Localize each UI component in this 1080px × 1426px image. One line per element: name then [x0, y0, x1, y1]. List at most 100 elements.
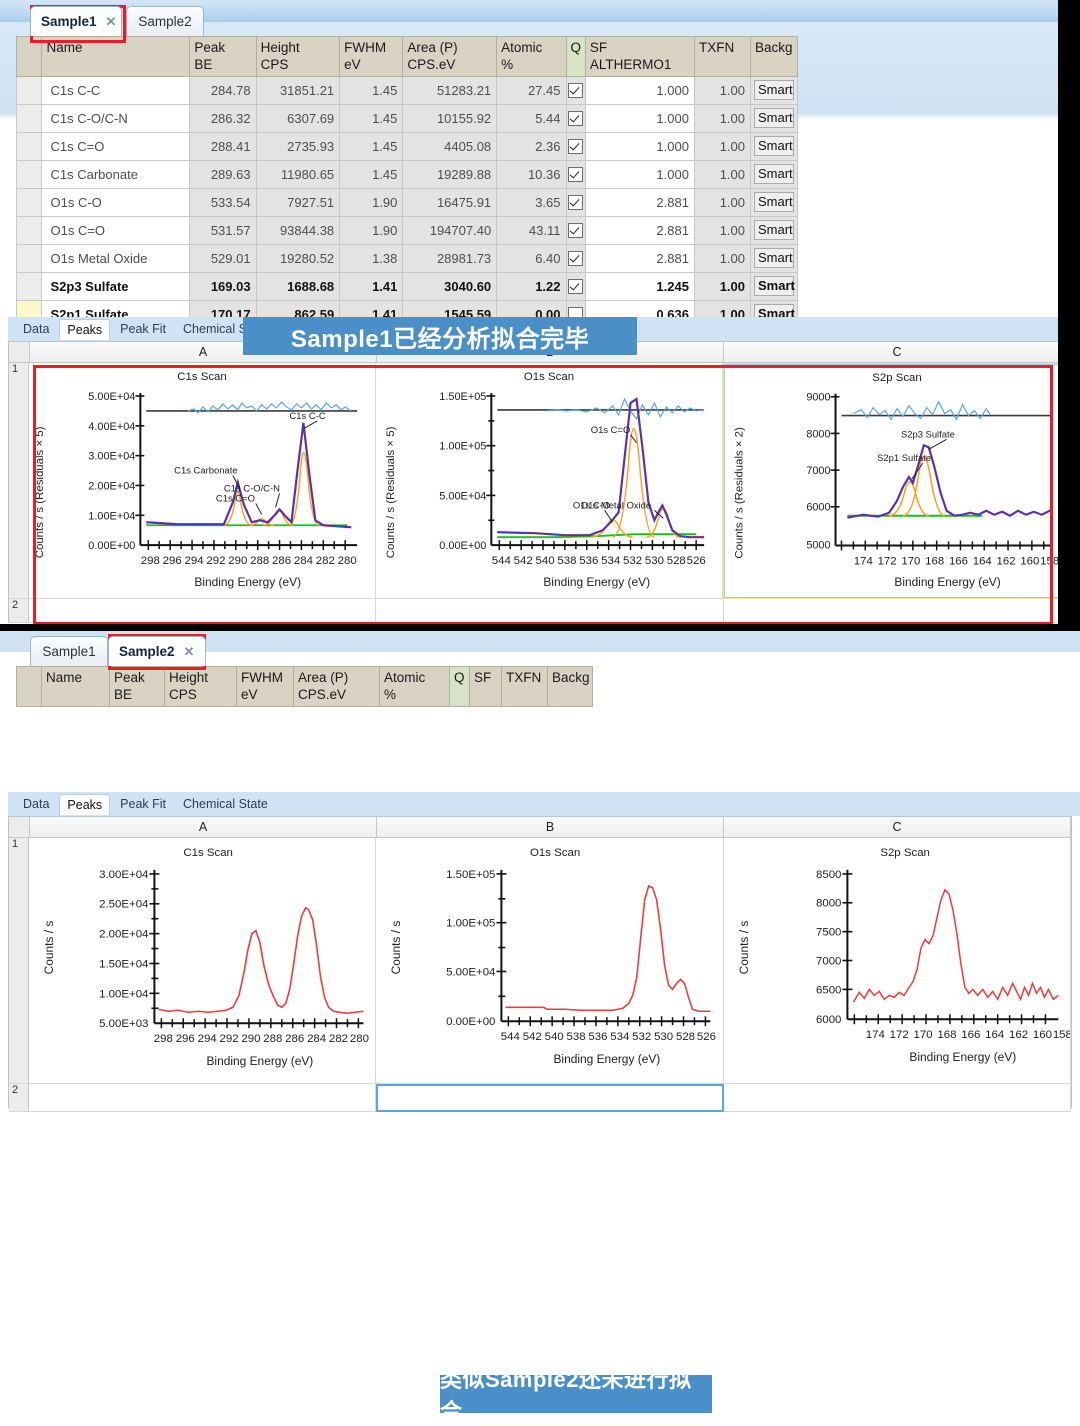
cell-fwhm[interactable]: 1.41	[339, 271, 404, 301]
tab-sample2[interactable]: Sample2	[126, 6, 204, 36]
cell-peak-be[interactable]: 531.57	[189, 215, 257, 245]
cell-atomic[interactable]: 3.65	[496, 187, 567, 217]
row-selector[interactable]	[15, 187, 43, 217]
cell-peak-be[interactable]: 289.63	[189, 159, 257, 189]
cell-peak-be[interactable]: 529.01	[189, 243, 257, 273]
cell-backg[interactable]: Smart	[750, 75, 798, 105]
table-row[interactable]: O1s C-O 533.54 7927.51 1.90 16475.91 3.65 2.88…	[15, 187, 798, 217]
column-header-height[interactable]: Height CPS	[255, 36, 341, 77]
cell-q[interactable]	[565, 215, 586, 245]
cell-txfn[interactable]: 1.00	[693, 215, 752, 245]
sheet-rowlabel-1[interactable]: 1	[9, 363, 29, 599]
cell-q[interactable]	[565, 103, 586, 133]
column-header-sf[interactable]: SF ALTHERMO1	[584, 36, 695, 77]
subtab-peaks[interactable]: Peaks	[59, 318, 111, 340]
cell-atomic[interactable]: 27.45	[496, 75, 567, 105]
cell-fwhm[interactable]: 1.45	[339, 131, 404, 161]
cell-fwhm[interactable]: 1.38	[339, 243, 404, 273]
checkbox-icon[interactable]	[568, 111, 584, 127]
row-selector[interactable]	[15, 215, 43, 245]
cell-name[interactable]: C1s C=O	[41, 131, 191, 161]
cell-txfn[interactable]: 1.00	[693, 159, 752, 189]
smart-button[interactable]: Smart	[754, 164, 794, 185]
chart-sheet-2[interactable]: A B C 1 C1s Scan Counts / s 3.00E+04 2.5…	[8, 816, 1072, 1112]
table-row[interactable]: C1s C-C 284.78 31851.21 1.45 51283.21 27.45 1.…	[15, 75, 798, 105]
cell-sf[interactable]: 1.000	[584, 103, 695, 133]
cell-height[interactable]: 19280.52	[255, 243, 341, 273]
cell-peak-be[interactable]: 284.78	[189, 75, 257, 105]
smart-button[interactable]: Smart	[754, 192, 794, 213]
checkbox-icon[interactable]	[568, 167, 584, 183]
table-row[interactable]: S2p3 Sulfate 169.03 1688.68 1.41 3040.60 1.22…	[15, 271, 798, 301]
cell-atomic[interactable]: 5.44	[496, 103, 567, 133]
smart-button[interactable]: Smart	[754, 80, 794, 101]
cell-height[interactable]: 2735.93	[255, 131, 341, 161]
cell-height[interactable]: 11980.65	[255, 159, 341, 189]
cell-backg[interactable]: Smart	[750, 131, 798, 161]
cell-fwhm[interactable]: 1.90	[339, 215, 404, 245]
cell-txfn[interactable]: 1.00	[693, 187, 752, 217]
smart-button[interactable]: Smart	[754, 108, 794, 129]
cell-atomic[interactable]: 1.22	[496, 271, 567, 301]
cell-atomic[interactable]: 6.40	[496, 243, 567, 273]
subtab-data[interactable]: Data	[16, 794, 56, 814]
cell-area[interactable]: 194707.40	[402, 215, 498, 245]
view-subtabs-2[interactable]: Data Peaks Peak Fit Chemical State	[8, 792, 1080, 816]
cell-sf[interactable]: 1.000	[584, 159, 695, 189]
cell-atomic[interactable]: 2.36	[496, 131, 567, 161]
cell-height[interactable]: 7927.51	[255, 187, 341, 217]
cell-q[interactable]	[565, 75, 586, 105]
cell-height[interactable]: 1688.68	[255, 271, 341, 301]
sheet-cell-b2[interactable]	[376, 599, 724, 623]
subtab-peak-fit[interactable]: Peak Fit	[113, 794, 173, 814]
sheet-cell-a2[interactable]	[29, 599, 377, 623]
checkbox-icon[interactable]	[568, 279, 584, 295]
sheet-cell-a2-2[interactable]	[29, 1084, 377, 1112]
sheet-rowlabel-2[interactable]: 2	[9, 599, 29, 623]
table-row[interactable]: C1s C-O/C-N 286.32 6307.69 1.45 10155.92 5.44…	[15, 103, 798, 133]
sheet-col-c[interactable]: C	[724, 342, 1071, 362]
sheet-cell-c1[interactable]: S2p Scan Counts / s (Residuals × 2) 9000…	[723, 363, 1071, 599]
table-row[interactable]: C1s C=O 288.41 2735.93 1.45 4405.08 2.36 1.000…	[15, 131, 798, 161]
sheet-cell-a1-2[interactable]: C1s Scan Counts / s 3.00E+04 2.50E+04 2.…	[29, 838, 377, 1084]
cell-backg[interactable]: Smart	[750, 215, 798, 245]
checkbox-icon[interactable]	[568, 223, 584, 239]
cell-sf[interactable]: 2.881	[584, 187, 695, 217]
checkbox-icon[interactable]	[568, 83, 584, 99]
column-header-backg[interactable]: Backg	[750, 36, 798, 77]
cell-sf[interactable]: 1.245	[584, 271, 695, 301]
cell-fwhm[interactable]: 1.45	[339, 159, 404, 189]
cell-txfn[interactable]: 1.00	[693, 131, 752, 161]
column-header-height[interactable]: Height CPS	[164, 666, 237, 707]
column-header-peak[interactable]: Peak BE	[189, 36, 257, 77]
subtab-peak-fit[interactable]: Peak Fit	[113, 319, 173, 339]
column-header-q[interactable]: Q	[565, 36, 586, 77]
column-header-area-p-[interactable]: Area (P) CPS.eV	[402, 36, 498, 77]
row-selector[interactable]	[15, 271, 43, 301]
cell-name[interactable]: S2p3 Sulfate	[41, 271, 191, 301]
cell-height[interactable]: 31851.21	[255, 75, 341, 105]
sheet-cell-b1-2[interactable]: O1s Scan Counts / s 1.50E+05 1.00E+05 5.…	[376, 838, 724, 1084]
sheet-cell-b2-2[interactable]	[376, 1084, 724, 1112]
cell-backg[interactable]: Smart	[750, 159, 798, 189]
cell-sf[interactable]: 1.000	[584, 75, 695, 105]
checkbox-icon[interactable]	[568, 251, 584, 267]
checkbox-icon[interactable]	[568, 195, 584, 211]
cell-fwhm[interactable]: 1.90	[339, 187, 404, 217]
sheet-cell-a1[interactable]: C1s Scan Counts / s (Residuals × 5) 5.00…	[29, 363, 376, 599]
cell-name[interactable]: O1s C=O	[41, 215, 191, 245]
cell-backg[interactable]: Smart	[750, 103, 798, 133]
subtab-chemical-state[interactable]: Chemical State	[176, 794, 275, 814]
sheet-cell-c1-2[interactable]: S2p Scan Counts / s 8500 8000 7500 7000 …	[723, 838, 1072, 1084]
peaks-table-body[interactable]: C1s C-C 284.78 31851.21 1.45 51283.21 27.45 1.…	[15, 75, 798, 329]
table-row[interactable]: O1s Metal Oxide 529.01 19280.52 1.38 28981.7…	[15, 243, 798, 273]
column-header-name[interactable]: Name	[41, 666, 110, 707]
tab-sample1[interactable]: Sample1 ✕	[30, 6, 122, 36]
cell-area[interactable]: 3040.60	[402, 271, 498, 301]
cell-peak-be[interactable]: 533.54	[189, 187, 257, 217]
sheet-col-b-2[interactable]: B	[377, 817, 724, 837]
row-selector[interactable]	[15, 131, 43, 161]
close-icon-2[interactable]: ✕	[184, 644, 195, 660]
column-header-fwhm[interactable]: FWHM eV	[339, 36, 404, 77]
column-header-atomic[interactable]: Atomic%	[496, 36, 567, 77]
